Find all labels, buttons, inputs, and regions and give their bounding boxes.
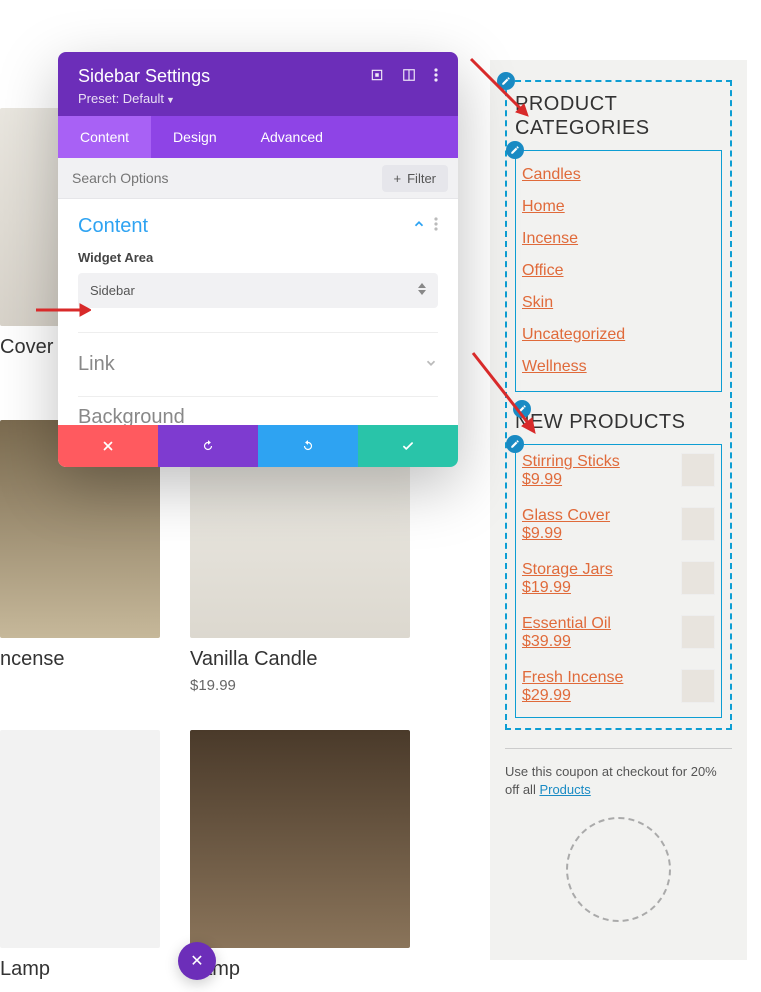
product-price[interactable]: $9.99 [522,471,620,489]
category-link[interactable]: Office [522,255,715,287]
product-card[interactable]: Lamp [0,730,160,981]
product-thumb [681,669,715,703]
group-title: Content [78,215,148,238]
categories-widget[interactable]: Candles Home Incense Office Skin Uncateg… [515,150,722,392]
expand-icon[interactable] [370,68,384,85]
product-price[interactable]: $29.99 [522,687,623,705]
category-link[interactable]: Incense [522,223,715,255]
more-icon[interactable] [434,68,438,85]
tab-content[interactable]: Content [58,116,151,158]
coupon-circle [566,817,671,922]
new-products-heading: NEW PRODUCTS [515,410,722,434]
cancel-button[interactable] [58,425,158,467]
search-input[interactable] [58,158,372,198]
coupon-link[interactable]: Products [539,782,590,797]
redo-button[interactable] [258,425,358,467]
product-link[interactable]: Glass Cover [522,507,610,525]
panel-title: Sidebar Settings [78,66,210,87]
category-link[interactable]: Skin [522,287,715,319]
arrow-annotation [466,54,536,124]
pencil-icon[interactable] [506,141,524,159]
snap-icon[interactable] [402,68,416,85]
panel-header[interactable]: Sidebar Settings Preset: Default▼ [58,52,458,116]
link-group-header[interactable]: Link [78,332,438,396]
categories-heading: PRODUCT CATEGORIES [515,92,722,140]
product-title: Vanilla Candle [190,648,410,671]
product-title: ncense [0,648,160,671]
product-thumb [681,615,715,649]
chevron-up-icon[interactable] [412,217,426,236]
product-price[interactable]: $39.99 [522,633,611,651]
new-products-widget[interactable]: Stirring Sticks $9.99 Glass Cover $9.99 … [515,444,722,718]
new-product-item[interactable]: Glass Cover $9.99 [522,507,715,543]
product-link[interactable]: Storage Jars [522,561,613,579]
select-caret-icon [418,283,426,298]
category-link[interactable]: Wellness [522,351,715,383]
settings-panel: Sidebar Settings Preset: Default▼ Conten… [58,52,458,467]
content-group-header[interactable]: Content [78,215,438,238]
product-link[interactable]: Stirring Sticks [522,453,620,471]
filter-button[interactable]: + Filter [382,165,448,192]
chevron-down-icon [424,356,438,373]
tab-advanced[interactable]: Advanced [239,116,345,158]
close-fab[interactable]: ✕ [178,942,216,980]
product-title: Lamp [190,958,410,981]
product-thumb [681,561,715,595]
product-thumb [681,453,715,487]
category-link[interactable]: Home [522,191,715,223]
panel-footer [58,425,458,467]
background-group-header[interactable]: Background [78,396,438,425]
plus-icon: + [394,171,402,186]
sidebar-preview: PRODUCT CATEGORIES Candles Home Incense … [490,60,747,960]
product-price[interactable]: $9.99 [522,525,610,543]
new-product-item[interactable]: Fresh Incense $29.99 [522,669,715,705]
product-price[interactable]: $19.99 [522,579,613,597]
coupon-text: Use this coupon at checkout for 20% off … [505,763,732,799]
product-link[interactable]: Fresh Incense [522,669,623,687]
product-link[interactable]: Essential Oil [522,615,611,633]
product-price: $19.99 [190,677,410,694]
divider [505,748,732,749]
close-icon: ✕ [190,951,203,971]
search-row: + Filter [58,158,458,199]
widget-area-select[interactable]: Sidebar [78,273,438,308]
tab-design[interactable]: Design [151,116,239,158]
arrow-annotation [36,300,91,320]
category-link[interactable]: Candles [522,159,715,191]
undo-button[interactable] [158,425,258,467]
arrow-annotation [468,348,543,438]
product-title: Lamp [0,958,160,981]
more-icon[interactable] [434,217,438,236]
widget-area-label: Widget Area [78,250,438,265]
new-product-item[interactable]: Stirring Sticks $9.99 [522,453,715,489]
category-link[interactable]: Uncategorized [522,319,715,351]
product-card[interactable]: Lamp [190,730,410,981]
new-product-item[interactable]: Essential Oil $39.99 [522,615,715,651]
preset-selector[interactable]: Preset: Default▼ [78,91,438,106]
save-button[interactable] [358,425,458,467]
product-thumb [681,507,715,541]
new-product-item[interactable]: Storage Jars $19.99 [522,561,715,597]
tab-bar: Content Design Advanced [58,116,458,158]
